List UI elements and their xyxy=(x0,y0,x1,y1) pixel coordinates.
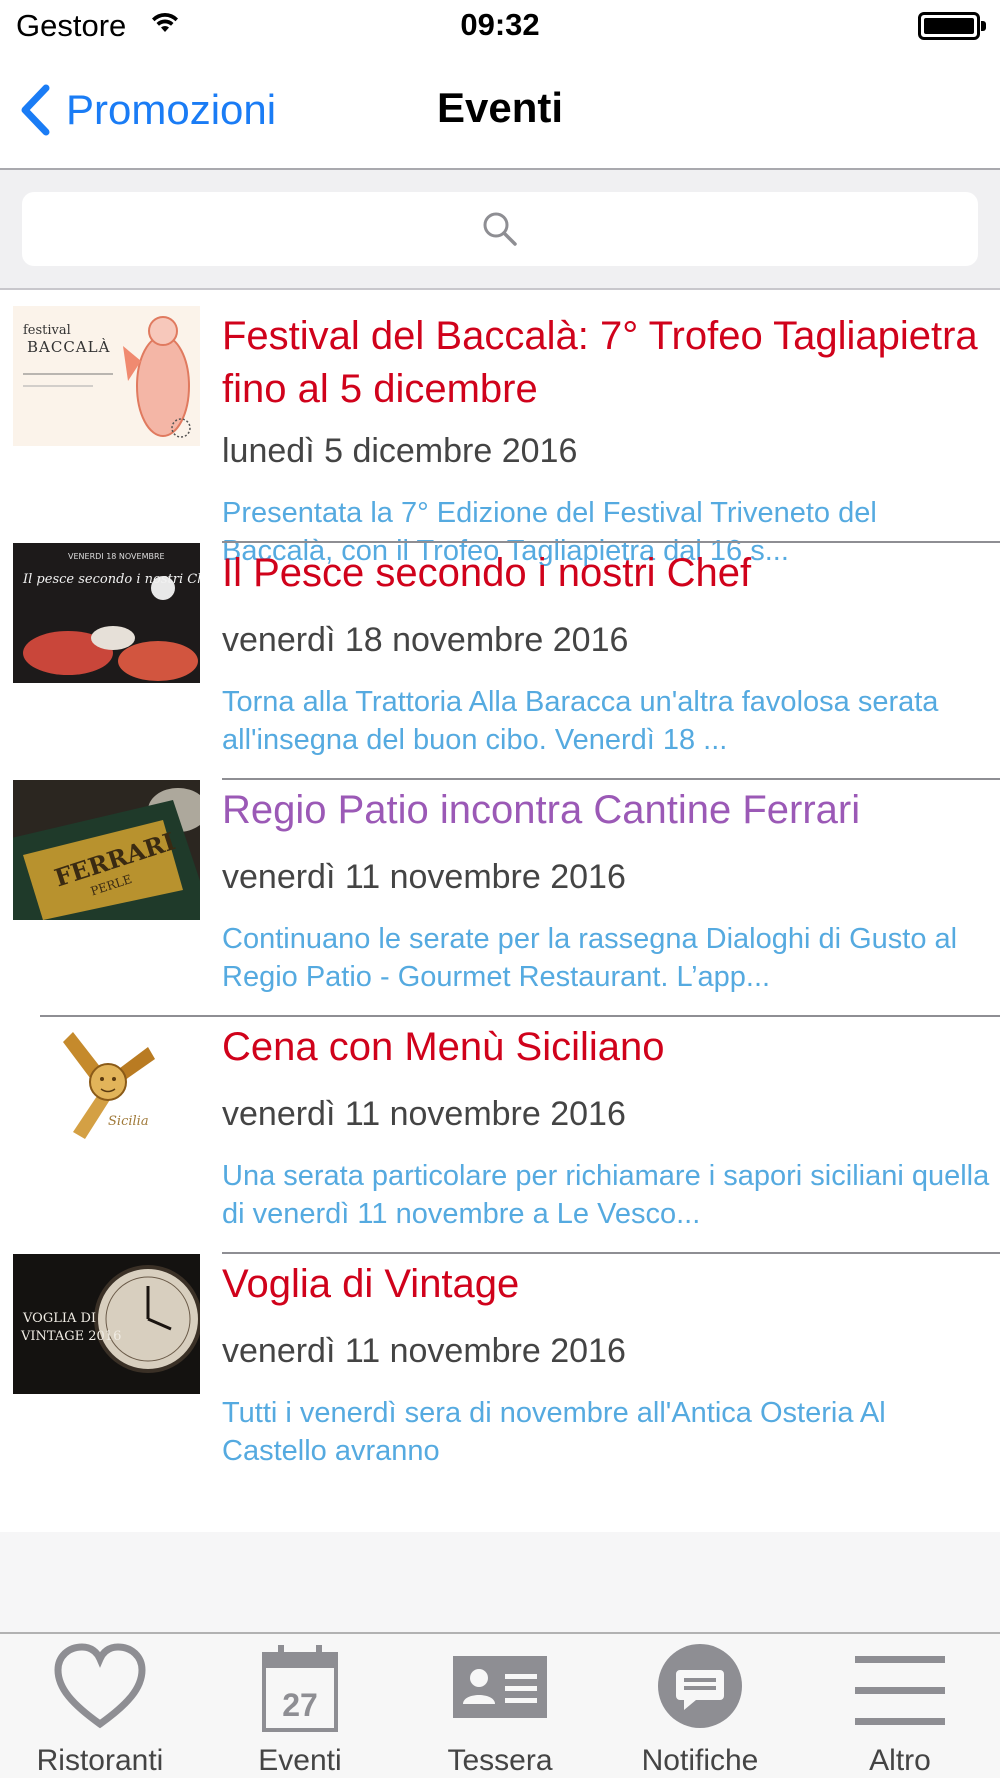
event-description: Una serata particolare per richiamare i … xyxy=(222,1160,990,1230)
event-row[interactable]: VENERDI 18 NOVEMBRE Il pesce secondo i n… xyxy=(0,543,1000,780)
svg-text:festival: festival xyxy=(23,323,71,338)
svg-text:VOGLIA DI: VOGLIA DI xyxy=(22,1311,96,1326)
tab-label: Eventi xyxy=(258,1744,342,1777)
event-title: Il Pesce secondo i nostri Chef xyxy=(222,551,752,595)
svg-text:BACCALÀ: BACCALÀ xyxy=(27,338,110,356)
event-thumbnail: FERRARI PERLE xyxy=(13,780,200,920)
event-title: Cena con Menù Siciliano xyxy=(222,1025,665,1069)
search-icon xyxy=(483,212,517,246)
svg-text:VINTAGE 2016: VINTAGE 2016 xyxy=(20,1329,121,1344)
event-description: Continuano le serate per la rassegna Dia… xyxy=(222,923,958,993)
event-date: venerdì 18 novembre 2016 xyxy=(222,621,629,659)
svg-text:VENERDI 18 NOVEMBRE: VENERDI 18 NOVEMBRE xyxy=(68,552,165,561)
status-bar: Gestore 09:32 xyxy=(0,0,1000,52)
message-icon xyxy=(658,1644,742,1728)
event-thumbnail: VENERDI 18 NOVEMBRE Il pesce secondo i n… xyxy=(13,543,200,683)
event-row[interactable]: VOGLIA DI VINTAGE 2016 Voglia di Vintage… xyxy=(0,1254,1000,1491)
event-date: lunedì 5 dicembre 2016 xyxy=(222,432,578,470)
card-icon xyxy=(453,1656,547,1718)
tab-label: Altro xyxy=(869,1744,931,1777)
svg-text:Sicilia: Sicilia xyxy=(108,1114,149,1129)
event-date: venerdì 11 novembre 2016 xyxy=(222,1095,626,1133)
event-thumbnail: Sicilia xyxy=(13,1017,200,1157)
event-thumbnail: festival BACCALÀ xyxy=(13,306,200,446)
list-footer-space xyxy=(0,1532,1000,1632)
event-row[interactable]: festival BACCALÀ Festival del Baccalà: 7… xyxy=(0,306,1000,567)
event-title: Voglia di Vintage xyxy=(222,1262,520,1306)
tab-bar: Ristoranti 27 Eventi Tessera Notifiche A… xyxy=(0,1632,1000,1778)
event-title: Regio Patio incontra Cantine Ferrari xyxy=(222,788,861,832)
event-row[interactable]: Sicilia Cena con Menù Siciliano venerdì … xyxy=(0,1017,1000,1254)
tab-label: Notifiche xyxy=(641,1744,759,1777)
battery-icon xyxy=(918,12,986,40)
menu-icon xyxy=(855,1656,945,1725)
event-description: Torna alla Trattoria Alla Baracca un'alt… xyxy=(222,686,939,756)
svg-text:27: 27 xyxy=(282,1687,318,1723)
event-title: Festival del Baccalà: 7° Trofeo Tagliapi… xyxy=(222,314,978,411)
tab-notifiche[interactable]: Notifiche xyxy=(600,1634,800,1778)
event-description: Tutti i venerdì sera di novembre all'Ant… xyxy=(222,1397,886,1467)
screen: Gestore 09:32 Promozioni Eventi festival… xyxy=(0,0,1000,1778)
event-row[interactable]: FERRARI PERLE Regio Patio incontra Canti… xyxy=(0,780,1000,1017)
search-bar xyxy=(0,170,1000,290)
calendar-icon: 27 xyxy=(262,1645,338,1732)
event-date: venerdì 11 novembre 2016 xyxy=(222,1332,626,1370)
tab-eventi[interactable]: 27 Eventi xyxy=(200,1634,400,1778)
heart-icon xyxy=(54,1643,146,1729)
event-list[interactable]: festival BACCALÀ Festival del Baccalà: 7… xyxy=(0,306,1000,1532)
search-input[interactable] xyxy=(22,192,978,266)
clock: 09:32 xyxy=(460,7,540,42)
tab-tessera[interactable]: Tessera xyxy=(400,1634,600,1778)
tab-ristoranti[interactable]: Ristoranti xyxy=(0,1634,200,1778)
event-date: venerdì 11 novembre 2016 xyxy=(222,858,626,896)
svg-text:Il pesce secondo i nostri Chef: Il pesce secondo i nostri Chef xyxy=(22,572,200,587)
tab-label: Tessera xyxy=(447,1744,553,1777)
tab-altro[interactable]: Altro xyxy=(800,1634,1000,1778)
event-thumbnail: VOGLIA DI VINTAGE 2016 xyxy=(13,1254,200,1394)
navigation-bar: Promozioni Eventi xyxy=(0,52,1000,170)
tab-label: Ristoranti xyxy=(36,1744,164,1777)
page-title: Eventi xyxy=(436,84,564,131)
